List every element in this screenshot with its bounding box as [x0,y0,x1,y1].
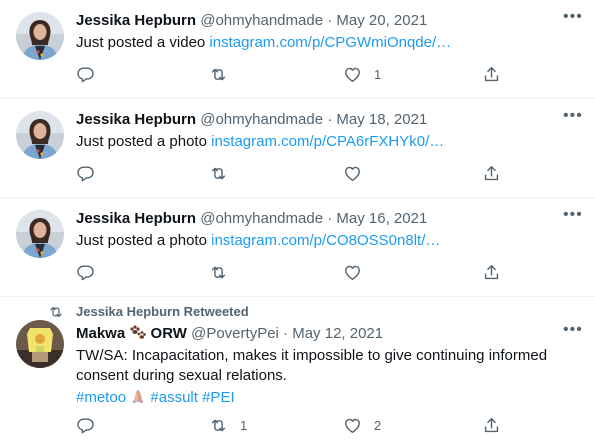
reply-icon [76,164,95,183]
avatar[interactable] [16,111,64,159]
reply-button[interactable] [76,261,107,283]
like-icon [343,263,362,282]
tweet-link[interactable]: instagram.com/p/CPA6rFXHYk0/… [211,133,444,150]
tweet-header: Jessika Hepburn @ohmyhandmade · May 20, … [76,11,579,31]
share-button[interactable] [482,414,501,436]
tweet-text: Just posted a photo instagram.com/p/CO8O… [76,231,579,251]
retweet-count: 1 [240,417,248,433]
retweet-icon [48,304,64,320]
tweet-header: Jessika Hepburn @ohmyhandmade · May 16, … [76,209,579,229]
tweet-text: TW/SA: Incapacitation, makes it impossib… [76,347,548,384]
tweet-actions: 1 2 [76,414,506,436]
retweet-button[interactable] [209,162,240,184]
like-count: 2 [374,417,382,433]
tweet-text-prefix: Just posted a photo [76,133,212,150]
like-button[interactable]: 1 [343,63,381,85]
more-icon[interactable]: ••• [563,9,582,30]
more-icon[interactable]: ••• [563,322,582,343]
retweet-icon [209,65,228,84]
retweet-icon [209,263,228,282]
author-name-suffix: ORW [150,325,187,342]
reply-icon [76,416,95,435]
avatar[interactable] [16,320,64,368]
separator-dot: · [327,111,333,128]
like-icon [343,164,362,183]
share-button[interactable] [482,63,501,85]
avatar[interactable] [16,12,64,60]
paw-prints-icon [130,325,147,339]
author-handle[interactable]: @PovertyPei [191,325,279,342]
author-name[interactable]: Jessika Hepburn [76,111,196,128]
hashtag[interactable]: #PEI [202,389,235,406]
retweet-button[interactable] [209,63,240,85]
tweet-date[interactable]: May 18, 2021 [336,111,427,128]
more-icon[interactable]: ••• [563,207,582,228]
tweet-text: Just posted a video instagram.com/p/CPGW… [76,33,579,53]
tweet[interactable]: Jessika Hepburn @ohmyhandmade · May 20, … [0,0,595,99]
author-handle[interactable]: @ohmyhandmade [200,12,323,29]
like-button[interactable] [343,261,374,283]
retweet-button[interactable]: 1 [209,414,247,436]
more-icon[interactable]: ••• [563,108,582,129]
author-name-text: Makwa [76,325,126,342]
tweet[interactable]: Jessika Hepburn Retweeted Makwa ORW @Pov… [0,297,595,448]
like-count: 1 [374,66,382,82]
share-icon [482,263,501,282]
author-name[interactable]: Makwa ORW [76,325,187,342]
hashtag[interactable]: #assult [150,389,198,406]
like-icon [343,65,362,84]
author-handle[interactable]: @ohmyhandmade [200,111,323,128]
share-button[interactable] [482,261,501,283]
reply-button[interactable] [76,414,107,436]
tweet[interactable]: Jessika Hepburn @ohmyhandmade · May 18, … [0,99,595,198]
like-icon [343,416,362,435]
retweet-icon [209,416,228,435]
share-icon [482,416,501,435]
separator-dot: · [283,325,289,342]
tweet-header: Makwa ORW @PovertyPei · May 12, 2021 [76,324,579,344]
like-button[interactable] [343,162,374,184]
tweet-actions: 1 [76,63,506,85]
separator-dot: · [327,210,333,227]
folded-hands-icon [132,390,144,403]
reply-button[interactable] [76,63,107,85]
tweet[interactable]: Jessika Hepburn @ohmyhandmade · May 16, … [0,198,595,297]
tweet-content: Jessika Hepburn @ohmyhandmade · May 16, … [76,209,579,251]
author-handle[interactable]: @ohmyhandmade [200,210,323,227]
tweet-text-prefix: Just posted a photo [76,232,212,249]
reply-icon [76,263,95,282]
retweet-icon [209,164,228,183]
share-icon [482,65,501,84]
tweet-link[interactable]: instagram.com/p/CPGWmiOnqde/… [209,34,451,51]
hashtag[interactable]: #metoo [76,389,126,406]
reply-button[interactable] [76,162,107,184]
author-name[interactable]: Jessika Hepburn [76,210,196,227]
tweet-actions [76,162,506,184]
tweet-text-prefix: Just posted a video [76,34,210,51]
tweet-text: Just posted a photo instagram.com/p/CPA6… [76,132,579,152]
tweet-content: Makwa ORW @PovertyPei · May 12, 2021 TW/… [76,324,579,408]
tweet-content: Jessika Hepburn @ohmyhandmade · May 18, … [76,110,579,152]
tweet-date[interactable]: May 12, 2021 [292,325,383,342]
separator-dot: · [327,12,333,29]
tweet-header: Jessika Hepburn @ohmyhandmade · May 18, … [76,110,579,130]
author-name[interactable]: Jessika Hepburn [76,12,196,29]
retweeted-by-label[interactable]: Jessika Hepburn Retweeted [76,304,249,320]
avatar[interactable] [16,210,64,258]
tweet-link[interactable]: instagram.com/p/CO8OSS0n8lt/… [211,232,440,249]
tweet-date[interactable]: May 16, 2021 [336,210,427,227]
tweet-content: Jessika Hepburn @ohmyhandmade · May 20, … [76,11,579,53]
retweet-button[interactable] [209,261,240,283]
tweet-date[interactable]: May 20, 2021 [336,12,427,29]
hashtags: #metoo #assult #PEI [76,388,579,408]
share-icon [482,164,501,183]
like-button[interactable]: 2 [343,414,381,436]
share-button[interactable] [482,162,501,184]
reply-icon [76,65,95,84]
tweet-actions [76,261,506,283]
